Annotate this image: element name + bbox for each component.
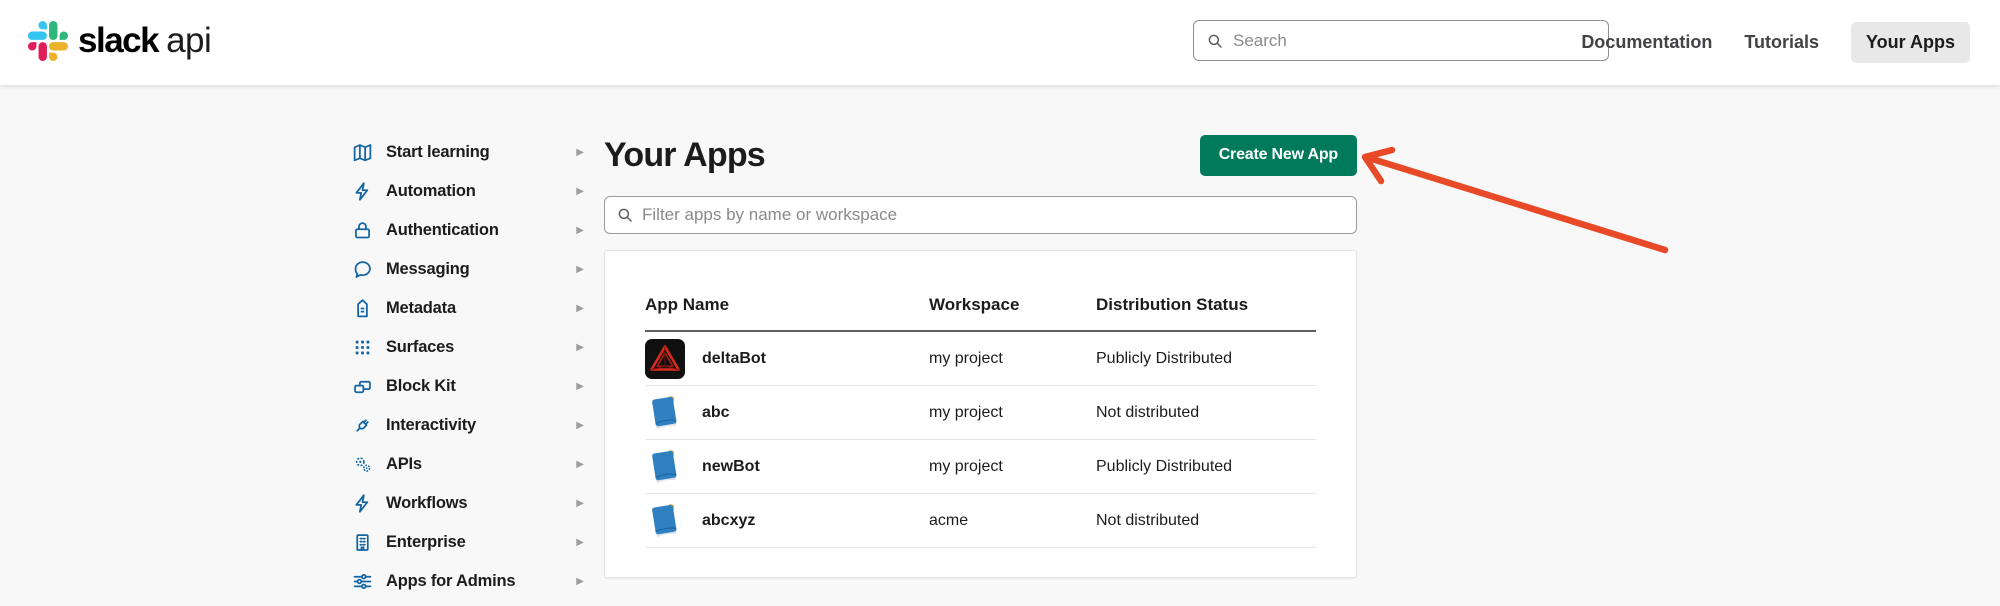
docs-sidebar: Start learning ▶ Automation ▶ Authentica… [352,133,584,601]
filter-apps-input[interactable] [642,205,1345,225]
table-row[interactable]: abc my project Not distributed [645,386,1316,440]
default-app-icon [645,447,685,487]
sidebar-item-label: Apps for Admins [386,572,563,591]
workspace-name: my project [929,404,1096,422]
nav-tutorials[interactable]: Tutorials [1744,32,1819,53]
chevron-right-icon: ▶ [576,187,584,197]
tag-icon [352,298,373,319]
workspace-name: acme [929,512,1096,530]
page-title: Your Apps [604,136,765,175]
workspace-name: my project [929,350,1096,368]
global-search[interactable] [1193,20,1609,61]
sidebar-item-label: Messaging [386,260,563,279]
app-name[interactable]: abc [702,404,730,422]
plug-icon [352,415,373,436]
sidebar-item-interactivity[interactable]: Interactivity ▶ [352,406,584,445]
app-name[interactable]: newBot [702,458,760,476]
speech-bubble-icon [352,259,373,280]
sidebar-item-label: Authentication [386,221,563,240]
column-header-app-name: App Name [645,295,929,315]
logo-brand-text: slack [78,21,158,61]
sidebar-item-workflows[interactable]: Workflows ▶ [352,484,584,523]
chevron-right-icon: ▶ [576,265,584,275]
sidebar-item-messaging[interactable]: Messaging ▶ [352,250,584,289]
sidebar-item-label: Block Kit [386,377,563,396]
sidebar-item-label: Start learning [386,143,563,162]
chevron-right-icon: ▶ [576,460,584,470]
chevron-right-icon: ▶ [576,382,584,392]
lightning-icon [352,181,373,202]
slack-logo-icon [28,21,68,61]
default-app-icon [645,393,685,433]
nav-your-apps[interactable]: Your Apps [1851,22,1970,63]
your-apps-main: Your Apps Create New App App Name Worksp… [604,130,1357,578]
chevron-right-icon: ▶ [576,148,584,158]
chevron-right-icon: ▶ [576,421,584,431]
table-row[interactable]: deltaBot my project Publicly Distributed [645,332,1316,386]
search-icon [1206,32,1224,50]
create-new-app-button[interactable]: Create New App [1200,135,1357,176]
sidebar-item-automation[interactable]: Automation ▶ [352,172,584,211]
column-header-distribution-status: Distribution Status [1096,295,1316,315]
grid-icon [352,337,373,358]
app-name[interactable]: deltaBot [702,350,766,368]
search-input[interactable] [1233,31,1596,51]
distribution-status: Publicly Distributed [1096,350,1316,368]
workspace-name: my project [929,458,1096,476]
chevron-right-icon: ▶ [576,226,584,236]
deltabot-app-icon [645,339,685,379]
chevron-right-icon: ▶ [576,538,584,548]
search-icon [616,206,634,224]
distribution-status: Not distributed [1096,512,1316,530]
header-nav: Documentation Tutorials Your Apps [1581,0,1970,85]
sidebar-item-apps-for-admins[interactable]: Apps for Admins ▶ [352,562,584,601]
distribution-status: Not distributed [1096,404,1316,422]
sliders-icon [352,571,373,592]
distribution-status: Publicly Distributed [1096,458,1316,476]
lightning-icon [352,493,373,514]
sidebar-item-label: Metadata [386,299,563,318]
nav-documentation[interactable]: Documentation [1581,32,1712,53]
table-header-row: App Name Workspace Distribution Status [645,295,1316,332]
table-row[interactable]: abcxyz acme Not distributed [645,494,1316,548]
app-name[interactable]: abcxyz [702,512,755,530]
sidebar-item-authentication[interactable]: Authentication ▶ [352,211,584,250]
sidebar-item-label: Surfaces [386,338,563,357]
building-icon [352,532,373,553]
sidebar-item-label: Enterprise [386,533,563,552]
top-header-bar: slack api Documentation Tutorials Your A… [0,0,2000,85]
map-icon [352,142,373,163]
chevron-right-icon: ▶ [576,577,584,587]
sidebar-item-start-learning[interactable]: Start learning ▶ [352,133,584,172]
blocks-icon [352,376,373,397]
gears-icon [352,454,373,475]
annotation-arrow-icon [1352,142,1682,262]
app-filter[interactable] [604,196,1357,234]
chevron-right-icon: ▶ [576,499,584,509]
lock-icon [352,220,373,241]
sidebar-item-enterprise[interactable]: Enterprise ▶ [352,523,584,562]
chevron-right-icon: ▶ [576,343,584,353]
sidebar-item-label: Interactivity [386,416,563,435]
sidebar-item-label: Automation [386,182,563,201]
slack-api-logo[interactable]: slack api [28,21,211,61]
sidebar-item-label: APIs [386,455,563,474]
column-header-workspace: Workspace [929,295,1096,315]
sidebar-item-metadata[interactable]: Metadata ▶ [352,289,584,328]
page: slack api Documentation Tutorials Your A… [0,0,2000,606]
table-row[interactable]: newBot my project Publicly Distributed [645,440,1316,494]
sidebar-item-label: Workflows [386,494,563,513]
apps-table-card: App Name Workspace Distribution Status d… [604,250,1357,578]
chevron-right-icon: ▶ [576,304,584,314]
sidebar-item-surfaces[interactable]: Surfaces ▶ [352,328,584,367]
logo-suffix-text: api [166,21,211,61]
sidebar-item-apis[interactable]: APIs ▶ [352,445,584,484]
sidebar-item-block-kit[interactable]: Block Kit ▶ [352,367,584,406]
default-app-icon [645,501,685,541]
